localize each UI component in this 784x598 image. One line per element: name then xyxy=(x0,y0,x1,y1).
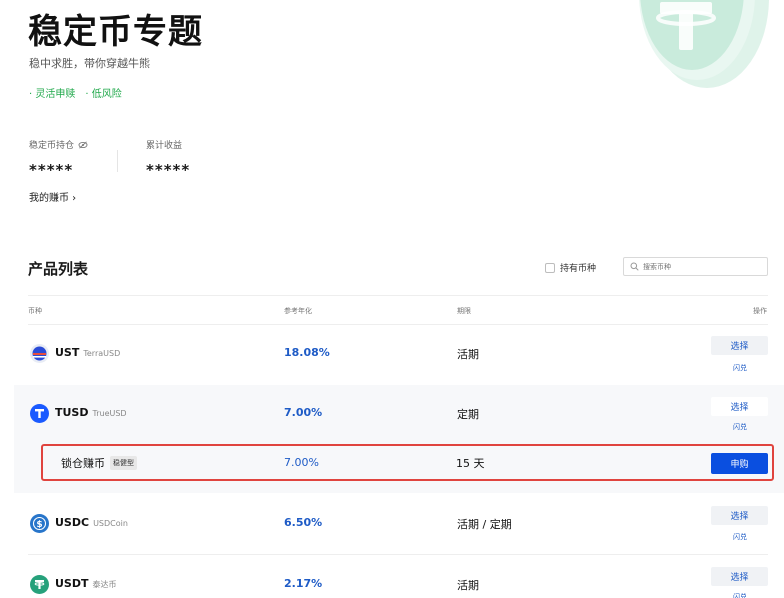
flash-swap-link[interactable]: 闪兑 xyxy=(733,422,747,432)
coin-name: TerraUSD xyxy=(83,349,121,358)
apy-value: 7.00% xyxy=(284,456,319,469)
page-title: 稳定币专题 xyxy=(28,12,203,52)
col-coin: 币种 xyxy=(28,307,42,315)
term-value: 定期 xyxy=(457,408,479,421)
flash-swap-link[interactable]: 闪兑 xyxy=(733,592,747,598)
apy-value: 7.00% xyxy=(284,406,323,419)
coin-symbol: UST xyxy=(55,346,80,359)
divider xyxy=(117,150,118,172)
col-apy: 参考年化 xyxy=(284,307,312,315)
coin-symbol: USDT xyxy=(55,577,89,590)
page-subtitle: 稳中求胜，带你穿越牛熊 xyxy=(29,57,150,70)
table-header: 币种 参考年化 期限 操作 xyxy=(28,295,768,325)
eye-slash-icon[interactable] xyxy=(78,140,88,149)
tag-flexible: 灵活申赎 xyxy=(29,85,75,100)
apy-value: 6.50% xyxy=(284,516,323,529)
term-value: 活期 / 定期 xyxy=(457,518,512,531)
section-title: 产品列表 xyxy=(28,260,89,278)
holding-filter-label: 持有币种 xyxy=(560,264,597,274)
choose-button[interactable]: 选择 xyxy=(711,397,768,416)
coin-symbol: TUSD xyxy=(55,406,89,419)
earnings-value: ***** xyxy=(146,161,191,179)
col-action: 操作 xyxy=(753,307,767,315)
holding-block: 稳定币持仓 ***** xyxy=(29,138,139,179)
earnings-label: 累计收益 xyxy=(146,141,183,151)
flash-swap-link[interactable]: 闪兑 xyxy=(733,363,747,373)
search-icon xyxy=(630,262,639,271)
usdt-coin-icon xyxy=(30,575,49,594)
feature-tags: 灵活申赎 低风险 xyxy=(29,85,122,100)
my-earn-link[interactable]: 我的赚币 › xyxy=(29,189,76,204)
apy-value: 18.08% xyxy=(284,346,330,359)
term-value: 活期 xyxy=(457,348,479,361)
table-row: $ USDC USDCoin 6.50% 活期 / 定期 选择 闪兑 xyxy=(14,494,784,554)
locked-product-row: 锁仓赚币 稳健型 7.00% 15 天 申购 xyxy=(41,444,774,481)
search-box[interactable] xyxy=(623,257,768,276)
table-row: UST TerraUSD 18.08% 活期 选择 闪兑 xyxy=(14,326,784,384)
subscribe-button[interactable]: 申购 xyxy=(711,453,768,474)
search-input[interactable] xyxy=(643,262,753,271)
col-term: 期限 xyxy=(457,307,471,315)
product-name: 锁仓赚币 xyxy=(61,457,105,470)
tag-low-risk: 低风险 xyxy=(85,85,122,100)
holding-value: ***** xyxy=(29,161,74,179)
tether-coin-icon xyxy=(639,0,769,88)
apy-value: 2.17% xyxy=(284,577,323,590)
tusd-coin-icon xyxy=(30,404,49,423)
svg-text:$: $ xyxy=(36,520,42,530)
choose-button[interactable]: 选择 xyxy=(711,336,768,355)
coin-symbol: USDC xyxy=(55,516,90,529)
holding-label: 稳定币持仓 xyxy=(29,141,75,151)
coin-name: 泰达币 xyxy=(92,580,117,589)
risk-badge: 稳健型 xyxy=(110,456,137,470)
coin-name: USDCoin xyxy=(93,519,128,528)
holding-filter[interactable]: 持有币种 xyxy=(545,261,596,274)
flash-swap-link[interactable]: 闪兑 xyxy=(733,532,747,542)
usdc-coin-icon: $ xyxy=(30,514,49,533)
coin-name: TrueUSD xyxy=(92,409,127,418)
term-value: 活期 xyxy=(457,579,479,592)
choose-button[interactable]: 选择 xyxy=(711,567,768,586)
table-row: USDT 泰达币 2.17% 活期 选择 闪兑 xyxy=(14,555,784,598)
choose-button[interactable]: 选择 xyxy=(711,506,768,525)
ust-coin-icon xyxy=(30,344,49,363)
earnings-block: 累计收益 ***** xyxy=(146,138,256,179)
holding-checkbox[interactable] xyxy=(545,262,555,273)
term-value: 15 天 xyxy=(456,457,485,470)
